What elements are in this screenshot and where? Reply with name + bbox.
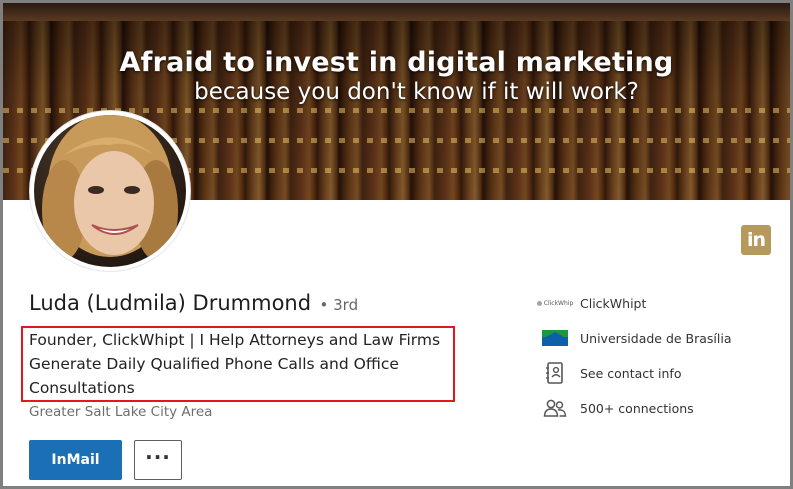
sidebar-item-label: Universidade de Brasília	[580, 330, 732, 346]
contact-card-icon	[541, 361, 569, 385]
avatar[interactable]	[30, 111, 190, 271]
banner-headline: Afraid to invest in digital marketing	[119, 47, 674, 78]
profile-location: Greater Salt Lake City Area	[29, 404, 213, 420]
inmail-button[interactable]: InMail	[29, 440, 122, 480]
sidebar-item-label: ClickWhipt	[580, 295, 647, 311]
clickwhipt-logo-icon: ClickWhip	[536, 291, 573, 315]
people-icon	[541, 396, 569, 420]
connection-degree: • 3rd	[319, 296, 359, 314]
university-logo-icon	[541, 326, 569, 350]
profile-name: Luda (Ludmila) Drummond	[29, 291, 312, 315]
profile-card: Afraid to invest in digital marketing be…	[0, 0, 793, 489]
more-actions-button[interactable]: ···	[134, 440, 182, 480]
avatar-photo	[34, 115, 186, 267]
banner-subheadline: because you don't know if it will work?	[194, 79, 639, 105]
sidebar-item-label: See contact info	[580, 365, 682, 381]
sidebar-item-label: 500+ connections	[580, 400, 694, 416]
sidebar-item-education[interactable]: Universidade de Brasília	[541, 326, 732, 350]
profile-headline: Founder, ClickWhipt | I Help Attorneys a…	[29, 331, 441, 397]
linkedin-logo-icon[interactable]: in	[741, 225, 771, 255]
sidebar-item-connections[interactable]: 500+ connections	[541, 396, 694, 420]
clickwhipt-logo-text: ClickWhip	[543, 299, 574, 307]
sidebar-item-contact-info[interactable]: See contact info	[541, 361, 681, 385]
sidebar-item-company[interactable]: ClickWhip ClickWhipt	[536, 291, 647, 315]
name-row: Luda (Ludmila) Drummond • 3rd	[29, 291, 358, 315]
banner-shelf	[3, 3, 790, 21]
